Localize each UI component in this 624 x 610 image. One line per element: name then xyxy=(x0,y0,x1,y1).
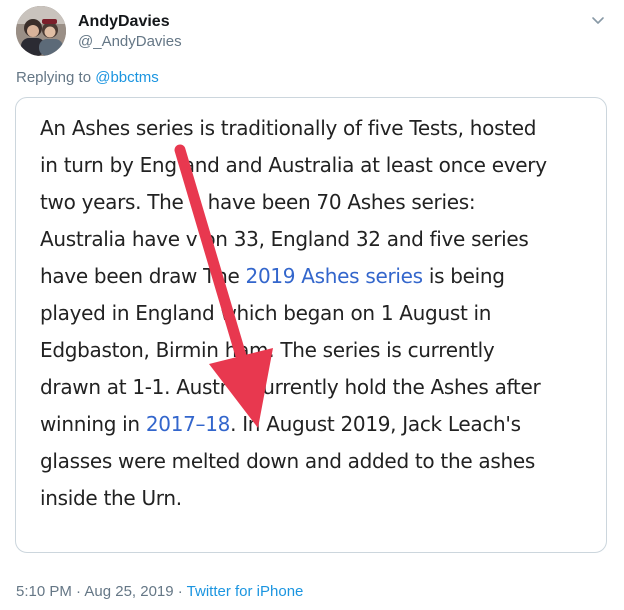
attached-image-card[interactable]: An Ashes series is traditionally of five… xyxy=(15,97,607,553)
quoted-wiki-text: An Ashes series is traditionally of five… xyxy=(40,110,600,517)
display-name[interactable]: AndyDavies xyxy=(78,12,170,32)
text-segment: . In August 2019, Jack Leach's xyxy=(230,412,521,436)
text-line: played in England which began on 1 Augus… xyxy=(40,301,492,325)
username[interactable]: @_AndyDavies xyxy=(78,32,182,52)
chevron-down-icon[interactable] xyxy=(590,12,606,28)
text-segment: winning in xyxy=(40,412,146,436)
text-line: drawn at 1-1. Austr a currently hold the… xyxy=(40,375,541,399)
timestamp[interactable]: 5:10 PM · Aug 25, 2019 · xyxy=(16,583,187,600)
text-line: glasses were melted down and added to th… xyxy=(40,449,535,473)
text-line: Australia have v on 33, England 32 and f… xyxy=(40,227,529,251)
source-link[interactable]: Twitter for iPhone xyxy=(187,583,304,600)
text-line: inside the Urn. xyxy=(40,486,182,510)
text-line: two years. The e have been 70 Ashes seri… xyxy=(40,190,476,214)
text-line: have been draw The 2019 Ashes series is … xyxy=(40,258,600,295)
avatar-photo xyxy=(16,6,66,56)
replying-to-label: Replying to xyxy=(16,69,96,86)
avatar[interactable] xyxy=(16,6,66,56)
tweet-meta: 5:10 PM · Aug 25, 2019 · Twitter for iPh… xyxy=(16,582,303,602)
replying-to: Replying to @bbctms xyxy=(16,68,159,88)
link-2017-18[interactable]: 2017–18 xyxy=(146,412,231,436)
text-line: in turn by Eng and and Australia at leas… xyxy=(40,153,547,177)
link-2019-ashes-series[interactable]: 2019 Ashes series xyxy=(246,264,424,288)
text-line: An Ashes series is traditionally of five… xyxy=(40,116,537,140)
text-line: winning in 2017–18. In August 2019, Jack… xyxy=(40,406,600,443)
reply-handle-link[interactable]: @bbctms xyxy=(95,69,159,86)
tweet-header: AndyDavies @_AndyDavies xyxy=(16,6,608,58)
text-line: Edgbaston, Birmin ham. The series is cur… xyxy=(40,338,495,362)
text-segment: have been draw The xyxy=(40,264,246,288)
text-segment: is being xyxy=(422,264,505,288)
